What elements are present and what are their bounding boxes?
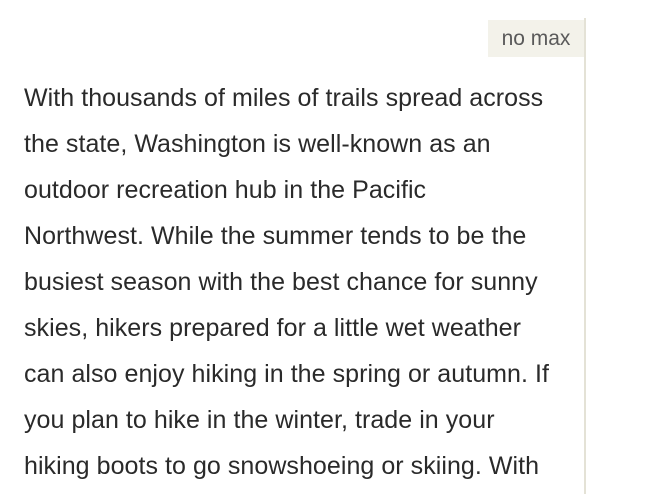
document-page: no max With thousands of miles of trails… [0,0,658,494]
paragraph-line: skies, hikers prepared for a little wet … [24,314,522,342]
paragraph-line: Northwest. While the summer tends to be … [24,222,527,250]
paragraph-line: busiest season with the best chance for … [24,268,538,296]
paragraph-line: hiking boots to go snowshoeing or skiing… [24,452,540,480]
body-paragraph: With thousands of miles of trails spread… [24,75,654,489]
paragraph-line: outdoor recreation hub in the Pacific [24,176,427,204]
paragraph-line: you plan to hike in the winter, trade in… [24,406,495,434]
paragraph-line: the state, Washington is well-known as a… [24,130,491,158]
max-width-label: no max [488,20,584,57]
paragraph-line: With thousands of miles of trails spread… [24,84,544,112]
paragraph-line: can also enjoy hiking in the spring or a… [24,360,549,388]
